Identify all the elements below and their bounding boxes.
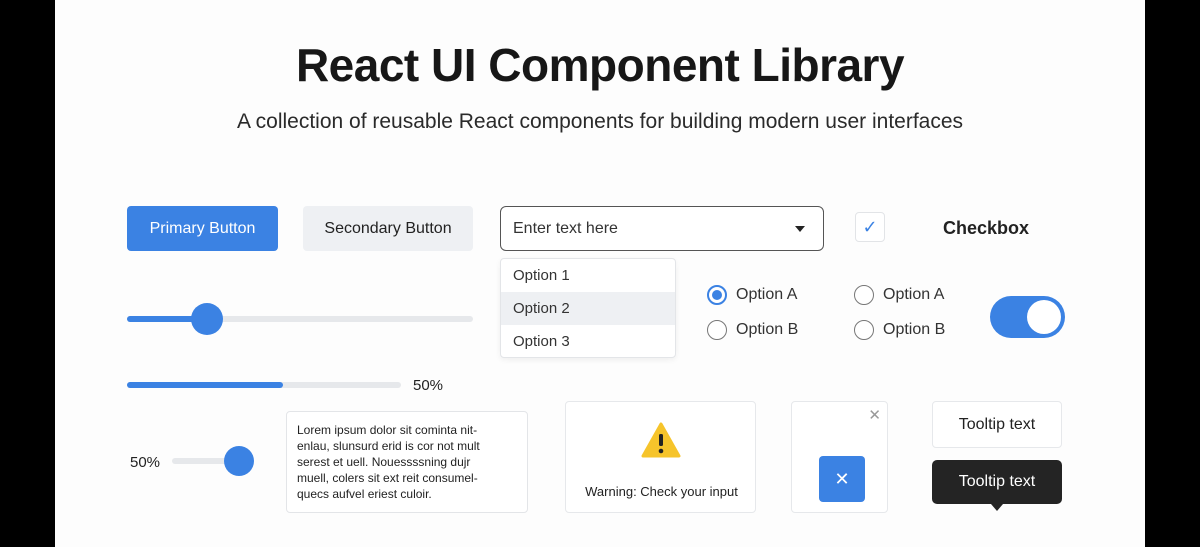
progress-label: 50% (413, 377, 444, 394)
toggle-knob (1027, 300, 1061, 334)
radio-option-a-2[interactable]: Option A (854, 285, 944, 305)
radio-option-a[interactable]: Option A (707, 285, 797, 305)
slider-track-small[interactable] (172, 446, 255, 476)
tooltip-dark: Tooltip text (932, 460, 1062, 504)
warning-triangle-icon (641, 422, 681, 458)
tooltip-light: Tooltip text (932, 401, 1062, 448)
page-title: React UI Component Library (295, 39, 905, 91)
close-button[interactable]: ✕ (819, 456, 865, 502)
radio-option-b-2[interactable]: Option B (854, 320, 945, 340)
slider-thumb[interactable] (224, 446, 255, 476)
tooltip-arrow-icon (991, 504, 1003, 511)
slider-value-label: 50% (130, 454, 161, 471)
checkbox[interactable]: ✓ (855, 212, 885, 242)
close-icon[interactable]: ✕ (868, 406, 881, 424)
modal-dialog: ✕ ✕ (791, 401, 888, 513)
select-dropdown[interactable]: Enter text here (500, 206, 824, 251)
checkbox-label: Checkbox (943, 218, 1030, 238)
radio-unselected-icon (854, 320, 874, 340)
radio-label: Option A (736, 286, 798, 303)
dropdown-option[interactable]: Option 1 (501, 259, 675, 292)
warning-text: Warning: Check your input (585, 484, 738, 499)
toggle-switch[interactable] (990, 296, 1065, 338)
warning-alert: Warning: Check your input (565, 401, 756, 513)
page-canvas: React UI Component Library A collection … (55, 0, 1145, 547)
radio-label: Option B (883, 321, 946, 338)
slider-track[interactable] (127, 303, 473, 335)
progress-bar (127, 382, 401, 388)
checkmark-icon: ✓ (862, 216, 878, 237)
page-subtitle: A collection of reusable React component… (236, 110, 964, 133)
radio-unselected-icon (707, 320, 727, 340)
radio-unselected-icon (854, 285, 874, 305)
dropdown-menu: Option 1 Option 2 Option 3 (500, 258, 676, 358)
radio-option-b[interactable]: Option B (707, 320, 798, 340)
primary-button[interactable]: Primary Button (127, 206, 278, 251)
radio-selected-icon (707, 285, 727, 305)
progress-fill (127, 382, 284, 388)
radio-label: Option B (736, 321, 799, 338)
dropdown-option-highlighted[interactable]: Option 2 (501, 292, 675, 325)
text-area[interactable]: Lorem ipsum dolor sit cominta nit- enlau… (286, 411, 528, 513)
secondary-button[interactable]: Secondary Button (303, 206, 473, 251)
close-icon: ✕ (834, 468, 850, 489)
slider-thumb[interactable] (190, 303, 223, 335)
select-placeholder: Enter text here (513, 219, 618, 237)
radio-label: Option A (883, 286, 945, 303)
dropdown-option[interactable]: Option 3 (501, 325, 675, 358)
caret-down-icon (795, 226, 805, 232)
